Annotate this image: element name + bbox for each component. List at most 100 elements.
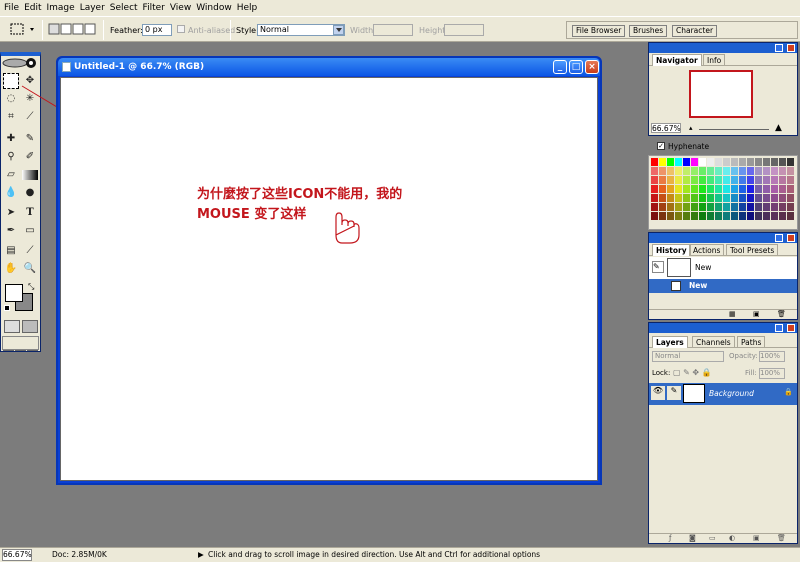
delete-layer-icon[interactable]: 🗑	[777, 534, 786, 542]
swatch[interactable]	[723, 194, 730, 202]
layer-row-background[interactable]: 👁 ✎ Background 🔒	[649, 383, 797, 405]
swatch[interactable]	[731, 185, 738, 193]
panel-minimize-button[interactable]	[775, 234, 783, 242]
swatch[interactable]	[659, 185, 666, 193]
tab-navigator[interactable]: Navigator	[652, 54, 702, 66]
swatch[interactable]	[747, 185, 754, 193]
swatch[interactable]	[771, 185, 778, 193]
swatch[interactable]	[771, 176, 778, 184]
swatch[interactable]	[755, 203, 762, 211]
swatch[interactable]	[787, 158, 794, 166]
history-state-row[interactable]: New	[649, 279, 797, 293]
swatch[interactable]	[659, 176, 666, 184]
swatch[interactable]	[651, 167, 658, 175]
fill-input[interactable]: 100%	[759, 368, 785, 379]
swatch[interactable]	[771, 167, 778, 175]
tab-paths[interactable]: Paths	[737, 336, 766, 348]
swatch[interactable]	[651, 176, 658, 184]
close-button[interactable]: ×	[585, 60, 599, 74]
swatch[interactable]	[771, 194, 778, 202]
swatch[interactable]	[747, 176, 754, 184]
swatch[interactable]	[659, 158, 666, 166]
history-panel-bar[interactable]	[649, 233, 797, 243]
zoom-in-icon[interactable]: ▲	[775, 123, 782, 133]
swatch[interactable]	[683, 176, 690, 184]
swatch[interactable]	[651, 194, 658, 202]
swatch[interactable]	[691, 167, 698, 175]
swatch[interactable]	[739, 158, 746, 166]
swatch[interactable]	[699, 176, 706, 184]
swatch[interactable]	[739, 185, 746, 193]
swatch[interactable]	[667, 203, 674, 211]
swatch[interactable]	[667, 185, 674, 193]
trash-icon[interactable]: 🗑	[777, 310, 786, 318]
panel-close-button[interactable]	[787, 234, 795, 242]
swatch[interactable]	[707, 158, 714, 166]
swatch[interactable]	[699, 158, 706, 166]
tab-layers[interactable]: Layers	[652, 336, 688, 348]
swatch[interactable]	[779, 185, 786, 193]
swatch[interactable]	[667, 194, 674, 202]
swatches-grid[interactable]	[649, 156, 797, 229]
swatch[interactable]	[683, 167, 690, 175]
swatch[interactable]	[659, 203, 666, 211]
swatch[interactable]	[699, 194, 706, 202]
swatch[interactable]	[675, 203, 682, 211]
swatch[interactable]	[755, 194, 762, 202]
swatch[interactable]	[771, 212, 778, 220]
layer-visibility-eye-icon[interactable]: 👁	[651, 386, 665, 400]
swatch[interactable]	[715, 176, 722, 184]
swatch[interactable]	[779, 212, 786, 220]
swatch[interactable]	[707, 212, 714, 220]
swatch[interactable]	[675, 158, 682, 166]
swatch[interactable]	[731, 203, 738, 211]
swatch[interactable]	[763, 185, 770, 193]
swatch[interactable]	[683, 158, 690, 166]
swatch[interactable]	[691, 158, 698, 166]
swatch[interactable]	[683, 185, 690, 193]
swatch[interactable]	[699, 212, 706, 220]
swatch[interactable]	[667, 212, 674, 220]
swatch[interactable]	[723, 167, 730, 175]
history-snapshot-row[interactable]: ✎ New	[649, 257, 797, 279]
swatch[interactable]	[675, 194, 682, 202]
swatch[interactable]	[691, 203, 698, 211]
swatch[interactable]	[675, 167, 682, 175]
layers-panel-bar[interactable]	[649, 323, 797, 333]
swatch[interactable]	[699, 203, 706, 211]
zoom-out-icon[interactable]: ▴	[689, 124, 693, 132]
swatch[interactable]	[723, 176, 730, 184]
swatch[interactable]	[707, 203, 714, 211]
swatch[interactable]	[659, 167, 666, 175]
swatch[interactable]	[747, 203, 754, 211]
layer-set-icon[interactable]: ▭	[709, 534, 716, 542]
hyphenate-checkbox[interactable]: ✓	[657, 142, 665, 150]
layer-brush-icon[interactable]: ✎	[667, 386, 681, 400]
lock-icons[interactable]: ▢ ✎ ✥ 🔒	[673, 368, 712, 377]
swatch[interactable]	[739, 203, 746, 211]
swatch[interactable]	[779, 194, 786, 202]
swatch[interactable]	[739, 194, 746, 202]
swatch[interactable]	[651, 203, 658, 211]
swatch[interactable]	[787, 185, 794, 193]
panel-minimize-button[interactable]	[775, 44, 783, 52]
navigator-zoom-value[interactable]: 66.67%	[651, 123, 681, 133]
swatch[interactable]	[787, 194, 794, 202]
swatch[interactable]	[715, 185, 722, 193]
swatch[interactable]	[707, 176, 714, 184]
layer-style-icon[interactable]: ƒ	[669, 534, 671, 542]
panel-minimize-button[interactable]	[775, 324, 783, 332]
swatch[interactable]	[747, 167, 754, 175]
history-brush-source-icon[interactable]: ✎	[652, 261, 664, 273]
swatch[interactable]	[715, 203, 722, 211]
swatch[interactable]	[787, 176, 794, 184]
swatch[interactable]	[667, 167, 674, 175]
swatch[interactable]	[755, 158, 762, 166]
maximize-button[interactable]: □	[569, 60, 583, 74]
swatch[interactable]	[691, 212, 698, 220]
swatch[interactable]	[763, 176, 770, 184]
swatch[interactable]	[731, 158, 738, 166]
swatch[interactable]	[779, 203, 786, 211]
swatch[interactable]	[659, 194, 666, 202]
swatch[interactable]	[755, 185, 762, 193]
